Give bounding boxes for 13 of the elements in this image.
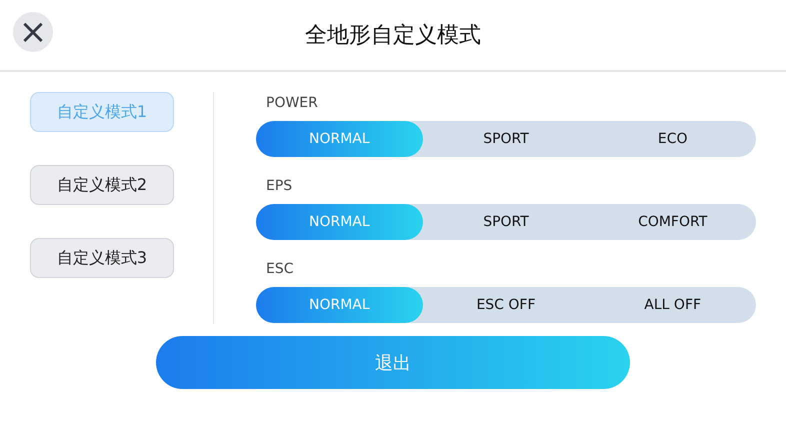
option-button[interactable]: COMFORT [589, 204, 756, 240]
close-button[interactable]: × [13, 12, 53, 52]
setting-label: ESC [266, 261, 295, 277]
option-button[interactable]: ECO [589, 121, 756, 157]
option-button[interactable]: SPORT [422, 121, 590, 157]
mode-button[interactable]: 自定义模式2 [30, 165, 174, 205]
setting-label: EPS [266, 178, 294, 194]
option-button[interactable]: ESC OFF [422, 287, 590, 323]
setting-label: POWER [266, 95, 319, 111]
option-button[interactable]: SPORT [422, 204, 590, 240]
mode-button[interactable]: 自定义模式3 [30, 238, 174, 278]
page-title: 全地形自定义模式 [305, 22, 481, 50]
option-button[interactable]: ALL OFF [589, 287, 756, 323]
